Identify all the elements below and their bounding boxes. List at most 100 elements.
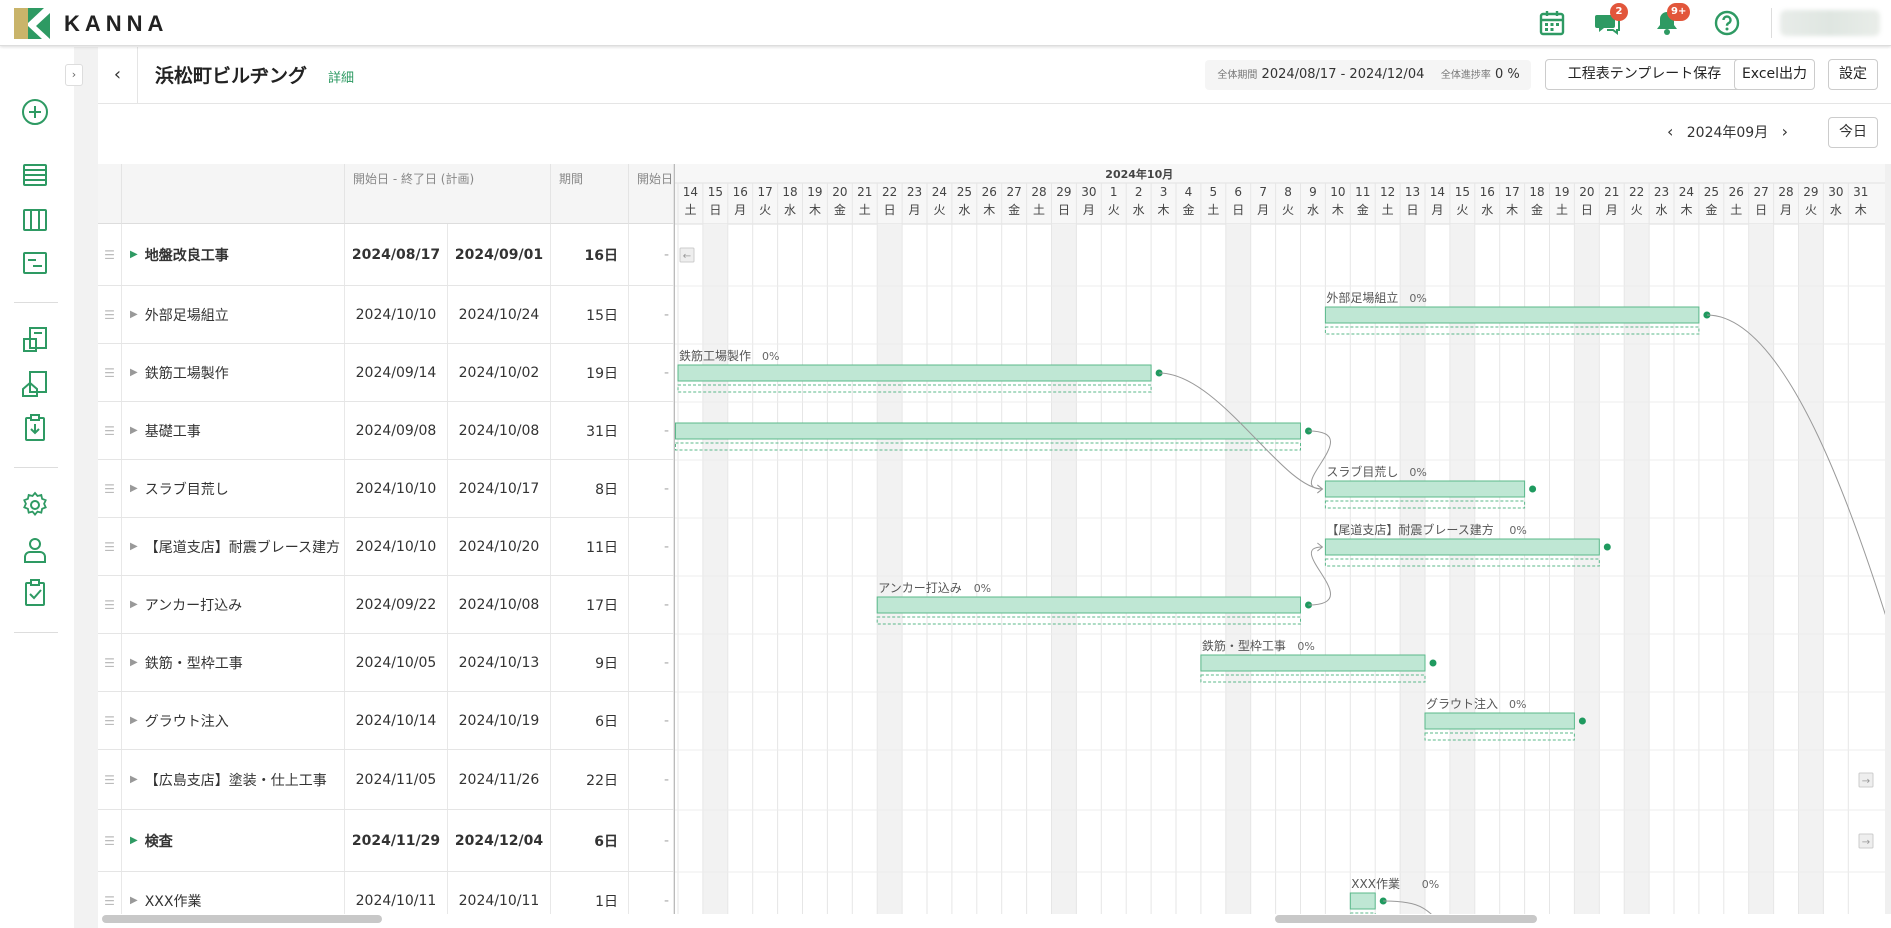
house-document-icon[interactable]	[20, 369, 50, 399]
save-template-button[interactable]: 工程表テンプレート保存	[1545, 59, 1744, 90]
end-date[interactable]: 2024/10/02	[448, 344, 551, 401]
table-row[interactable]: ☰ ▶ スラブ目荒し 2024/10/10 2024/10/17 8日 -	[98, 460, 674, 518]
task-bar[interactable]	[675, 422, 1301, 440]
task-bar[interactable]	[1200, 654, 1426, 672]
task-name[interactable]: ▶ 検査	[122, 810, 345, 871]
back-button[interactable]: ‹	[98, 47, 138, 103]
expand-triangle-icon[interactable]: ▶	[130, 715, 138, 726]
prev-month-button[interactable]: ‹	[1667, 122, 1673, 141]
drag-handle-icon[interactable]: ☰	[98, 344, 122, 401]
expand-triangle-icon[interactable]: ▶	[130, 835, 138, 846]
expand-triangle-icon[interactable]: ▶	[130, 657, 138, 668]
gantt-vertical-scrollbar[interactable]	[1885, 164, 1891, 914]
drag-handle-icon[interactable]: ☰	[98, 518, 122, 575]
clipboard-download-icon[interactable]	[20, 413, 50, 443]
start-date[interactable]: 2024/10/14	[345, 692, 448, 749]
gear-icon[interactable]	[20, 490, 50, 520]
clipboard-check-icon[interactable]	[20, 578, 50, 608]
calendar-icon[interactable]	[1538, 9, 1566, 37]
user-icon[interactable]	[20, 535, 50, 565]
kanna-logo[interactable]	[14, 8, 50, 39]
add-circle-icon[interactable]	[20, 97, 50, 127]
end-date[interactable]: 2024/10/13	[448, 634, 551, 691]
task-bar[interactable]	[1424, 712, 1575, 730]
end-date[interactable]: 2024/10/24	[448, 286, 551, 343]
user-menu[interactable]	[1780, 10, 1880, 36]
dependency-handle[interactable]	[1529, 485, 1537, 493]
table-row[interactable]: ☰ ▶ 基礎工事 2024/09/08 2024/10/08 31日 -	[98, 402, 674, 460]
document-building-icon[interactable]	[20, 325, 50, 355]
notification-button[interactable]: 9+	[1653, 3, 1691, 37]
settings-button[interactable]: 設定	[1828, 59, 1878, 90]
start-date[interactable]: 2024/10/11	[345, 872, 448, 914]
end-date[interactable]: 2024/10/08	[448, 576, 551, 633]
excel-export-button[interactable]: Excel出力	[1734, 59, 1815, 90]
end-date[interactable]: 2024/09/01	[448, 224, 551, 285]
end-date[interactable]: 2024/10/20	[448, 518, 551, 575]
gantt-horizontal-scrollbar[interactable]	[1275, 915, 1537, 923]
start-date[interactable]: 2024/09/08	[345, 402, 448, 459]
end-date[interactable]: 2024/12/04	[448, 810, 551, 871]
help-icon[interactable]	[1713, 9, 1741, 37]
start-date[interactable]: 2024/09/14	[345, 344, 448, 401]
expand-triangle-icon[interactable]: ▶	[130, 541, 138, 552]
dependency-handle[interactable]	[1603, 543, 1611, 551]
dependency-handle[interactable]	[1578, 717, 1586, 725]
expand-triangle-icon[interactable]: ▶	[130, 425, 138, 436]
drag-handle-icon[interactable]: ☰	[98, 872, 122, 914]
drag-handle-icon[interactable]: ☰	[98, 224, 122, 285]
expand-triangle-icon[interactable]: ▶	[130, 309, 138, 320]
table-row[interactable]: ☰ ▶ 鉄筋・型枠工事 2024/10/05 2024/10/13 9日 -	[98, 634, 674, 692]
table-row[interactable]: ☰ ▶ XXX作業 2024/10/11 2024/10/11 1日 -	[98, 872, 674, 914]
detail-link[interactable]: 詳細	[328, 67, 354, 86]
table-horizontal-scrollbar[interactable]	[102, 915, 382, 923]
task-name[interactable]: ▶ 基礎工事	[122, 402, 345, 459]
gantt-canvas[interactable]: 2024年10月14土15日16月17火18水19木20金21土22日23月24…	[675, 164, 1891, 914]
task-bar[interactable]	[1349, 892, 1376, 910]
end-date[interactable]: 2024/10/17	[448, 460, 551, 517]
table-row[interactable]: ☰ ▶ 検査 2024/11/29 2024/12/04 6日 -	[98, 810, 674, 872]
task-bar[interactable]	[677, 364, 1152, 382]
end-date[interactable]: 2024/10/08	[448, 402, 551, 459]
task-name[interactable]: ▶ XXX作業	[122, 872, 345, 914]
today-button[interactable]: 今日	[1828, 117, 1878, 148]
start-date[interactable]: 2024/11/29	[345, 810, 448, 871]
table-row[interactable]: ☰ ▶ アンカー打込み 2024/09/22 2024/10/08 17日 -	[98, 576, 674, 634]
table-row[interactable]: ☰ ▶ グラウト注入 2024/10/14 2024/10/19 6日 -	[98, 692, 674, 750]
next-month-button[interactable]: ›	[1782, 122, 1788, 141]
task-name[interactable]: ▶ 鉄筋工場製作	[122, 344, 345, 401]
drag-handle-icon[interactable]: ☰	[98, 750, 122, 809]
task-bar[interactable]	[1324, 538, 1600, 556]
end-date[interactable]: 2024/10/11	[448, 872, 551, 914]
drag-handle-icon[interactable]: ☰	[98, 692, 122, 749]
task-name[interactable]: ▶ グラウト注入	[122, 692, 345, 749]
expand-triangle-icon[interactable]: ▶	[130, 483, 138, 494]
task-bar[interactable]	[1324, 306, 1700, 324]
end-date[interactable]: 2024/11/26	[448, 750, 551, 809]
task-name[interactable]: ▶ 【広島支店】塗装・仕上工事	[122, 750, 345, 809]
table-row[interactable]: ☰ ▶ 地盤改良工事 2024/08/17 2024/09/01 16日 -	[98, 224, 674, 286]
table-row[interactable]: ☰ ▶ 【尾道支店】耐震ブレース建方 2024/10/10 2024/10/20 11日 -	[98, 518, 674, 576]
start-date[interactable]: 2024/11/05	[345, 750, 448, 809]
expand-triangle-icon[interactable]: ▶	[130, 249, 138, 260]
drag-handle-icon[interactable]: ☰	[98, 402, 122, 459]
start-date[interactable]: 2024/10/10	[345, 518, 448, 575]
expand-triangle-icon[interactable]: ▶	[130, 367, 138, 378]
list-icon[interactable]	[20, 160, 50, 190]
start-date[interactable]: 2024/10/10	[345, 460, 448, 517]
drag-handle-icon[interactable]: ☰	[98, 634, 122, 691]
task-bar[interactable]	[1324, 480, 1526, 498]
task-name[interactable]: ▶ スラブ目荒し	[122, 460, 345, 517]
drag-handle-icon[interactable]: ☰	[98, 810, 122, 871]
dependency-handle[interactable]	[1429, 659, 1437, 667]
task-name[interactable]: ▶ 鉄筋・型枠工事	[122, 634, 345, 691]
table-row[interactable]: ☰ ▶ 鉄筋工場製作 2024/09/14 2024/10/02 19日 -	[98, 344, 674, 402]
expand-triangle-icon[interactable]: ▶	[130, 895, 138, 906]
end-date[interactable]: 2024/10/19	[448, 692, 551, 749]
table-row[interactable]: ☰ ▶ 【広島支店】塗装・仕上工事 2024/11/05 2024/11/26 22日 -	[98, 750, 674, 810]
start-date[interactable]: 2024/10/05	[345, 634, 448, 691]
board-icon[interactable]	[20, 205, 50, 235]
task-name[interactable]: ▶ アンカー打込み	[122, 576, 345, 633]
start-date[interactable]: 2024/08/17	[345, 224, 448, 285]
expand-triangle-icon[interactable]: ▶	[130, 774, 138, 785]
